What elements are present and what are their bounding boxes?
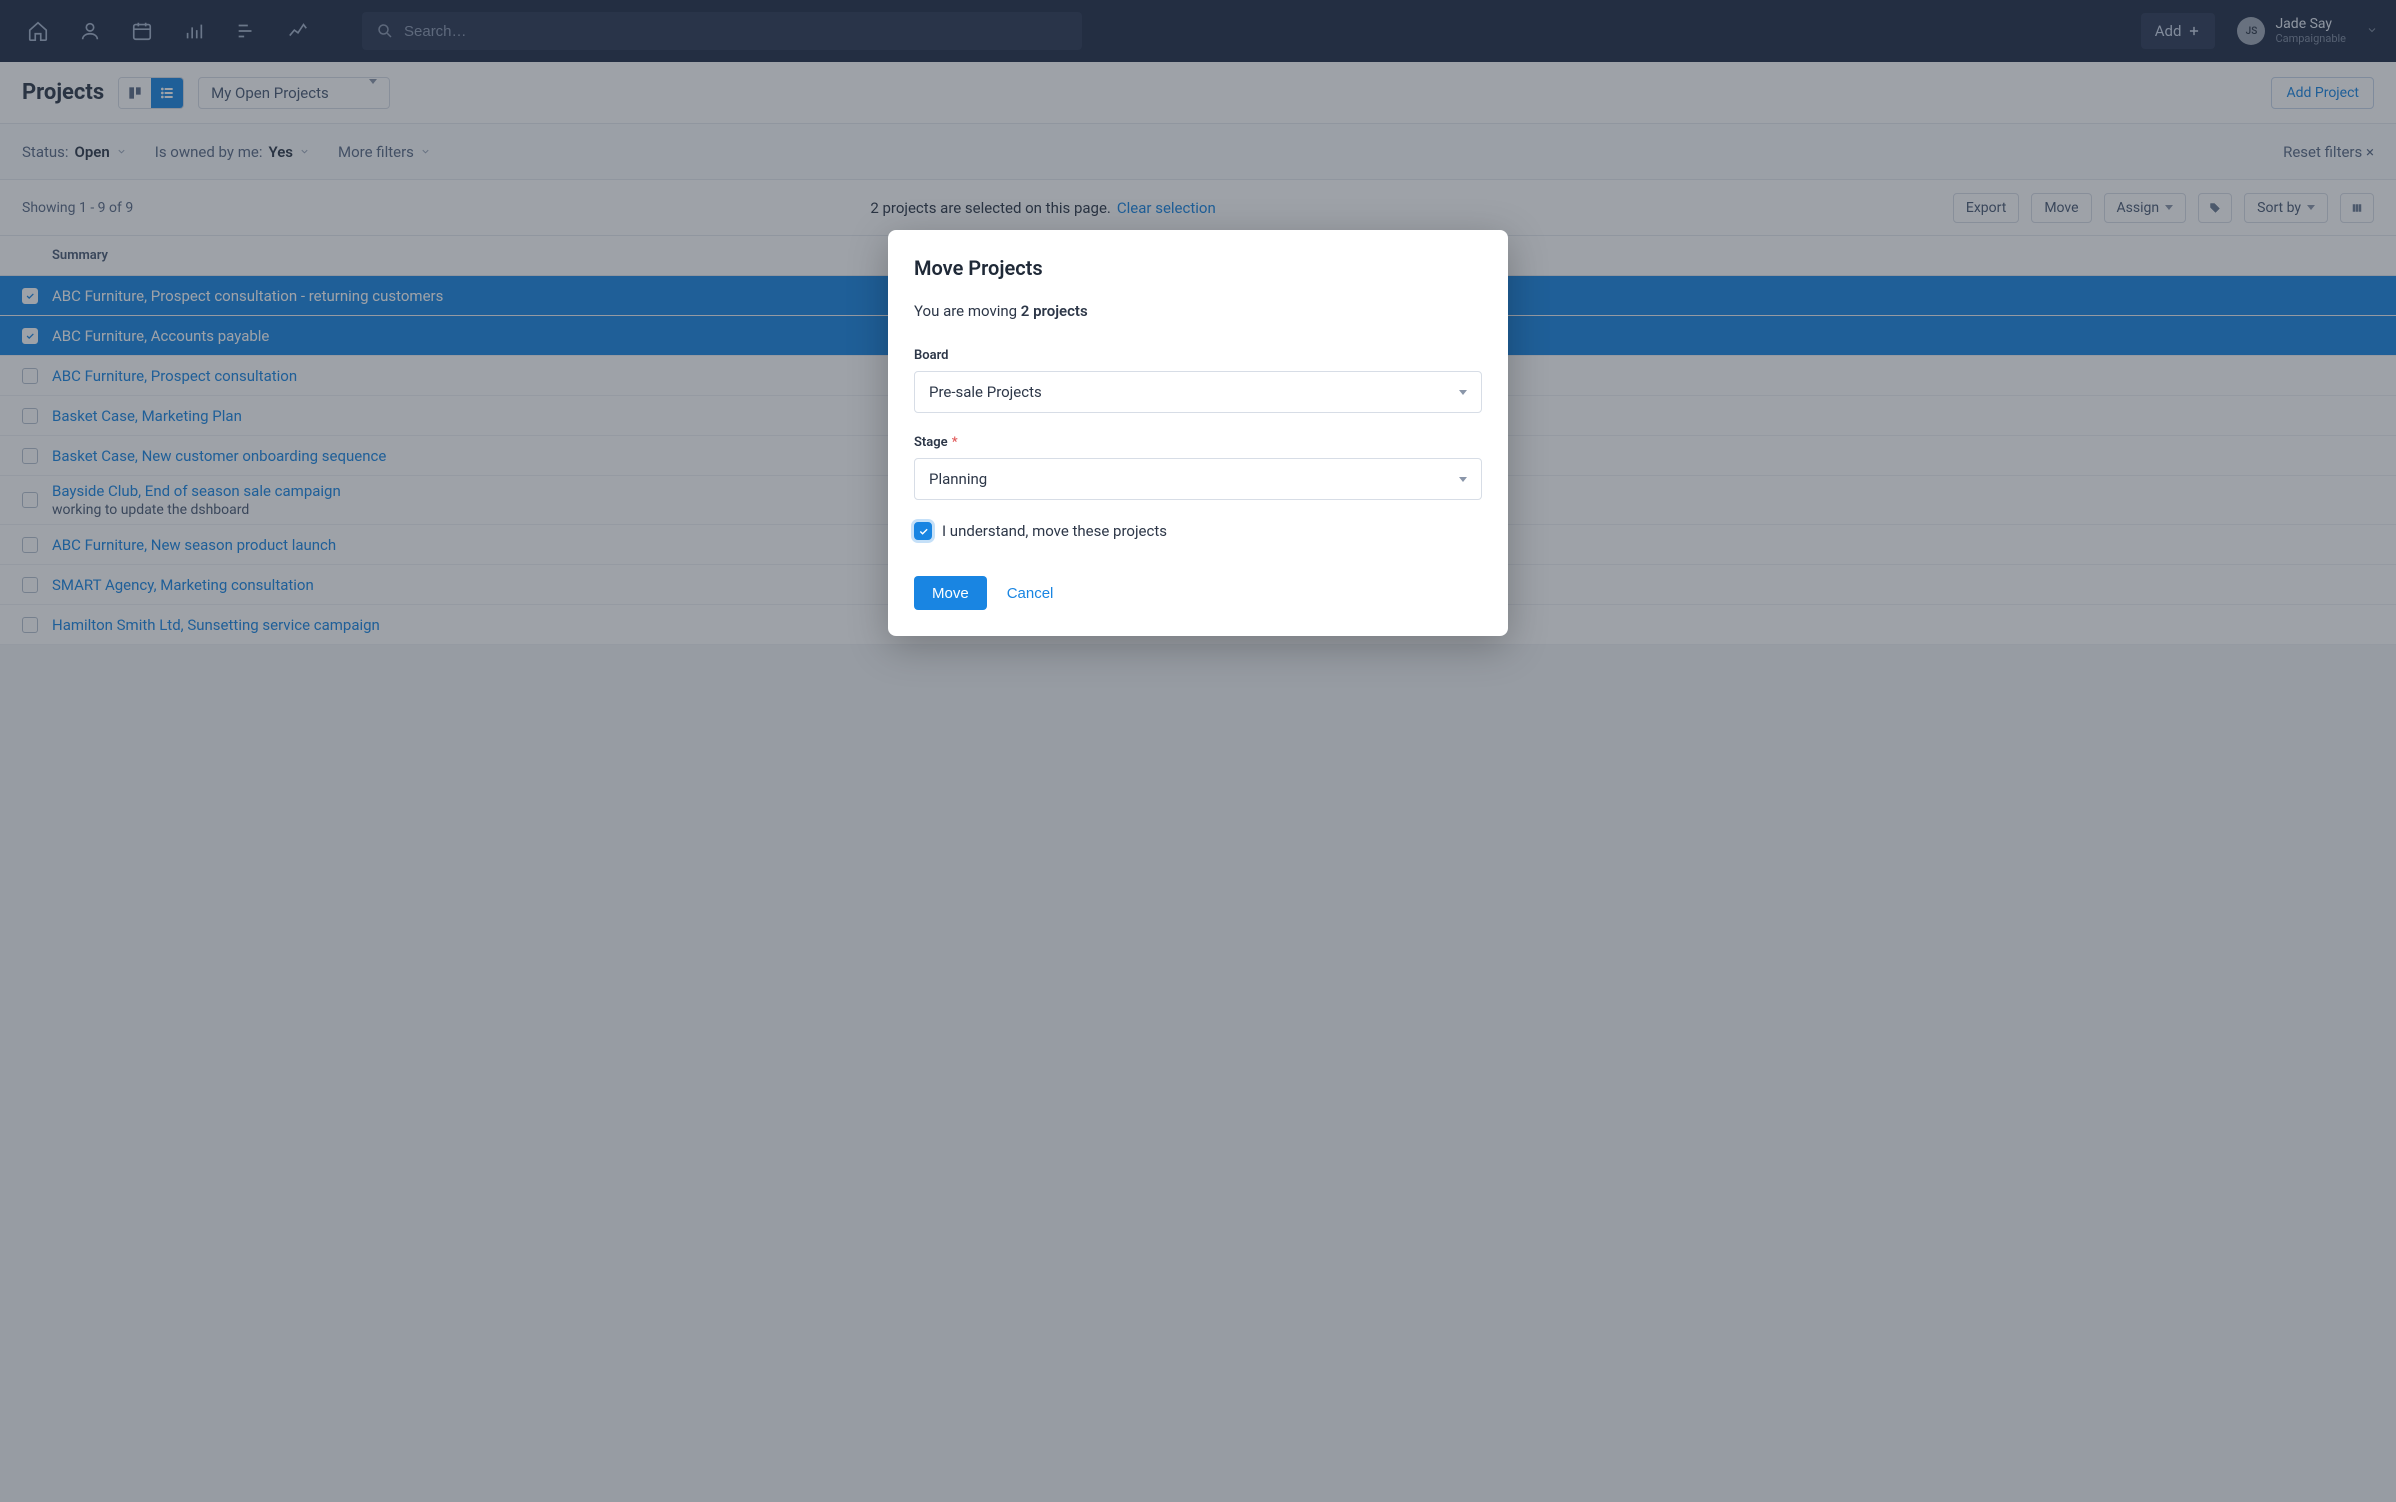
move-projects-modal: Move Projects You are moving 2 projects …	[888, 230, 1508, 636]
chevron-down-icon	[1459, 390, 1467, 395]
modal-title: Move Projects	[914, 256, 1482, 280]
board-label: Board	[914, 348, 1482, 363]
modal-cancel-button[interactable]: Cancel	[1007, 585, 1054, 602]
modal-actions: Move Cancel	[914, 576, 1482, 610]
check-icon	[918, 526, 929, 537]
modal-overlay[interactable]: Move Projects You are moving 2 projects …	[0, 0, 2396, 1502]
chevron-down-icon	[1459, 477, 1467, 482]
stage-label: Stage *	[914, 435, 1482, 450]
stage-value: Planning	[929, 470, 987, 488]
board-select[interactable]: Pre-sale Projects	[914, 371, 1482, 413]
modal-move-button[interactable]: Move	[914, 576, 987, 610]
stage-select[interactable]: Planning	[914, 458, 1482, 500]
board-value: Pre-sale Projects	[929, 383, 1042, 401]
modal-message: You are moving 2 projects	[914, 302, 1482, 320]
confirm-checkbox[interactable]	[914, 522, 932, 540]
confirm-text: I understand, move these projects	[942, 522, 1167, 540]
confirm-row: I understand, move these projects	[914, 522, 1482, 540]
